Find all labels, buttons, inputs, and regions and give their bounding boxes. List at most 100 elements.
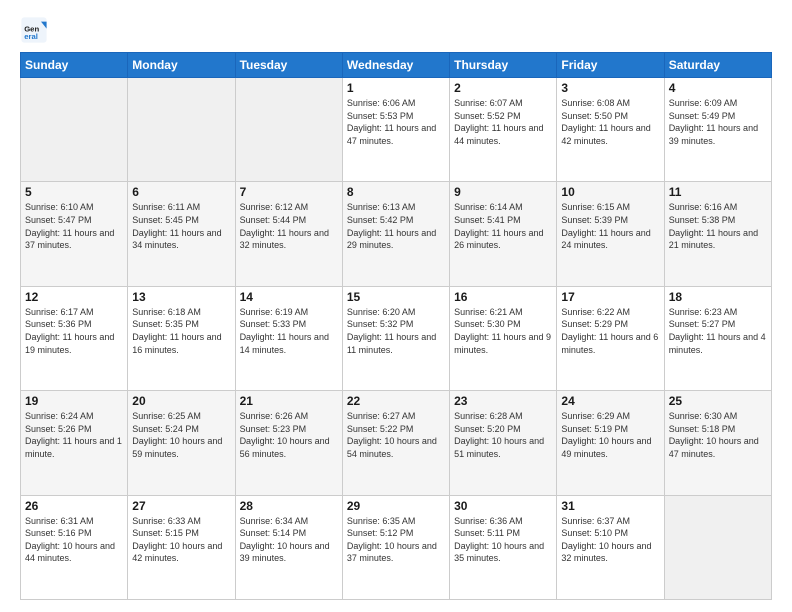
calendar-cell: 28 Sunrise: 6:34 AM Sunset: 5:14 PM Dayli… (235, 495, 342, 599)
day-number: 12 (25, 290, 123, 304)
logo-icon: Gen eral (20, 16, 48, 44)
calendar-week-5: 26 Sunrise: 6:31 AM Sunset: 5:16 PM Dayli… (21, 495, 772, 599)
day-number: 26 (25, 499, 123, 513)
calendar-cell (235, 78, 342, 182)
calendar-cell: 5 Sunrise: 6:10 AM Sunset: 5:47 PM Daylig… (21, 182, 128, 286)
weekday-header-saturday: Saturday (664, 53, 771, 78)
day-number: 4 (669, 81, 767, 95)
svg-text:eral: eral (24, 32, 38, 41)
calendar-cell: 16 Sunrise: 6:21 AM Sunset: 5:30 PM Dayli… (450, 286, 557, 390)
day-number: 9 (454, 185, 552, 199)
weekday-header-monday: Monday (128, 53, 235, 78)
day-number: 15 (347, 290, 445, 304)
calendar-cell: 3 Sunrise: 6:08 AM Sunset: 5:50 PM Daylig… (557, 78, 664, 182)
day-number: 29 (347, 499, 445, 513)
day-info: Sunrise: 6:25 AM Sunset: 5:24 PM Dayligh… (132, 410, 230, 460)
calendar-cell: 26 Sunrise: 6:31 AM Sunset: 5:16 PM Dayli… (21, 495, 128, 599)
calendar-cell: 14Sunrise: 6:19 AM Sunset: 5:33 PM Dayli… (235, 286, 342, 390)
header: Gen eral (20, 16, 772, 44)
day-number: 13 (132, 290, 230, 304)
calendar-cell: 15 Sunrise: 6:20 AM Sunset: 5:32 PM Dayli… (342, 286, 449, 390)
day-info: Sunrise: 6:14 AM Sunset: 5:41 PM Dayligh… (454, 201, 552, 251)
day-info: Sunrise: 6:31 AM Sunset: 5:16 PM Dayligh… (25, 515, 123, 565)
day-number: 27 (132, 499, 230, 513)
calendar-cell: 25 Sunrise: 6:30 AM Sunset: 5:18 PM Dayli… (664, 391, 771, 495)
day-number: 2 (454, 81, 552, 95)
day-number: 3 (561, 81, 659, 95)
calendar-week-2: 5 Sunrise: 6:10 AM Sunset: 5:47 PM Daylig… (21, 182, 772, 286)
day-info: Sunrise: 6:23 AM Sunset: 5:27 PM Dayligh… (669, 306, 767, 356)
day-number: 5 (25, 185, 123, 199)
day-number: 22 (347, 394, 445, 408)
day-number: 8 (347, 185, 445, 199)
calendar-cell: 21Sunrise: 6:26 AM Sunset: 5:23 PM Dayli… (235, 391, 342, 495)
day-number: 21 (240, 394, 338, 408)
calendar-cell: 24 Sunrise: 6:29 AM Sunset: 5:19 PM Dayli… (557, 391, 664, 495)
calendar-cell (128, 78, 235, 182)
day-info: Sunrise: 6:20 AM Sunset: 5:32 PM Dayligh… (347, 306, 445, 356)
day-number: 30 (454, 499, 552, 513)
calendar-cell: 18 Sunrise: 6:23 AM Sunset: 5:27 PM Dayli… (664, 286, 771, 390)
day-info: Sunrise: 6:24 AM Sunset: 5:26 PM Dayligh… (25, 410, 123, 460)
day-info: Sunrise: 6:06 AM Sunset: 5:53 PM Dayligh… (347, 97, 445, 147)
logo: Gen eral (20, 16, 52, 44)
calendar-cell: 19 Sunrise: 6:24 AM Sunset: 5:26 PM Dayli… (21, 391, 128, 495)
day-info: Sunrise: 6:30 AM Sunset: 5:18 PM Dayligh… (669, 410, 767, 460)
day-info: Sunrise: 6:17 AM Sunset: 5:36 PM Dayligh… (25, 306, 123, 356)
weekday-header-row: SundayMondayTuesdayWednesdayThursdayFrid… (21, 53, 772, 78)
day-info: Sunrise: 6:16 AM Sunset: 5:38 PM Dayligh… (669, 201, 767, 251)
day-info: Sunrise: 6:12 AM Sunset: 5:44 PM Dayligh… (240, 201, 338, 251)
calendar-cell: 23 Sunrise: 6:28 AM Sunset: 5:20 PM Dayli… (450, 391, 557, 495)
calendar-cell: 7 Sunrise: 6:12 AM Sunset: 5:44 PM Daylig… (235, 182, 342, 286)
calendar-cell: 10Sunrise: 6:15 AM Sunset: 5:39 PM Dayli… (557, 182, 664, 286)
calendar-cell (21, 78, 128, 182)
weekday-header-thursday: Thursday (450, 53, 557, 78)
day-info: Sunrise: 6:11 AM Sunset: 5:45 PM Dayligh… (132, 201, 230, 251)
day-info: Sunrise: 6:33 AM Sunset: 5:15 PM Dayligh… (132, 515, 230, 565)
day-info: Sunrise: 6:13 AM Sunset: 5:42 PM Dayligh… (347, 201, 445, 251)
calendar-cell (664, 495, 771, 599)
day-info: Sunrise: 6:08 AM Sunset: 5:50 PM Dayligh… (561, 97, 659, 147)
day-number: 28 (240, 499, 338, 513)
calendar-cell: 1 Sunrise: 6:06 AM Sunset: 5:53 PM Daylig… (342, 78, 449, 182)
calendar-cell: 2 Sunrise: 6:07 AM Sunset: 5:52 PM Daylig… (450, 78, 557, 182)
day-info: Sunrise: 6:10 AM Sunset: 5:47 PM Dayligh… (25, 201, 123, 251)
day-info: Sunrise: 6:15 AM Sunset: 5:39 PM Dayligh… (561, 201, 659, 251)
weekday-header-sunday: Sunday (21, 53, 128, 78)
day-number: 16 (454, 290, 552, 304)
day-info: Sunrise: 6:34 AM Sunset: 5:14 PM Dayligh… (240, 515, 338, 565)
day-number: 24 (561, 394, 659, 408)
calendar-cell: 4Sunrise: 6:09 AM Sunset: 5:49 PM Daylig… (664, 78, 771, 182)
day-number: 23 (454, 394, 552, 408)
day-info: Sunrise: 6:07 AM Sunset: 5:52 PM Dayligh… (454, 97, 552, 147)
day-number: 1 (347, 81, 445, 95)
day-info: Sunrise: 6:21 AM Sunset: 5:30 PM Dayligh… (454, 306, 552, 356)
day-number: 17 (561, 290, 659, 304)
calendar-cell: 30 Sunrise: 6:36 AM Sunset: 5:11 PM Dayli… (450, 495, 557, 599)
day-number: 18 (669, 290, 767, 304)
weekday-header-friday: Friday (557, 53, 664, 78)
calendar-table: SundayMondayTuesdayWednesdayThursdayFrid… (20, 52, 772, 600)
day-info: Sunrise: 6:35 AM Sunset: 5:12 PM Dayligh… (347, 515, 445, 565)
day-info: Sunrise: 6:29 AM Sunset: 5:19 PM Dayligh… (561, 410, 659, 460)
day-info: Sunrise: 6:18 AM Sunset: 5:35 PM Dayligh… (132, 306, 230, 356)
day-number: 11 (669, 185, 767, 199)
day-number: 19 (25, 394, 123, 408)
day-number: 25 (669, 394, 767, 408)
weekday-header-wednesday: Wednesday (342, 53, 449, 78)
calendar-cell: 27 Sunrise: 6:33 AM Sunset: 5:15 PM Dayli… (128, 495, 235, 599)
page: Gen eral SundayMondayTuesdayWednesdayThu… (0, 0, 792, 612)
day-info: Sunrise: 6:27 AM Sunset: 5:22 PM Dayligh… (347, 410, 445, 460)
day-info: Sunrise: 6:28 AM Sunset: 5:20 PM Dayligh… (454, 410, 552, 460)
day-number: 7 (240, 185, 338, 199)
calendar-cell: 31Sunrise: 6:37 AM Sunset: 5:10 PM Dayli… (557, 495, 664, 599)
day-info: Sunrise: 6:36 AM Sunset: 5:11 PM Dayligh… (454, 515, 552, 565)
day-info: Sunrise: 6:37 AM Sunset: 5:10 PM Dayligh… (561, 515, 659, 565)
calendar-cell: 8 Sunrise: 6:13 AM Sunset: 5:42 PM Daylig… (342, 182, 449, 286)
day-number: 20 (132, 394, 230, 408)
calendar-week-3: 12 Sunrise: 6:17 AM Sunset: 5:36 PM Dayli… (21, 286, 772, 390)
calendar-cell: 20 Sunrise: 6:25 AM Sunset: 5:24 PM Dayli… (128, 391, 235, 495)
calendar-cell: 11 Sunrise: 6:16 AM Sunset: 5:38 PM Dayli… (664, 182, 771, 286)
calendar-cell: 13 Sunrise: 6:18 AM Sunset: 5:35 PM Dayli… (128, 286, 235, 390)
calendar-cell: 17Sunrise: 6:22 AM Sunset: 5:29 PM Dayli… (557, 286, 664, 390)
